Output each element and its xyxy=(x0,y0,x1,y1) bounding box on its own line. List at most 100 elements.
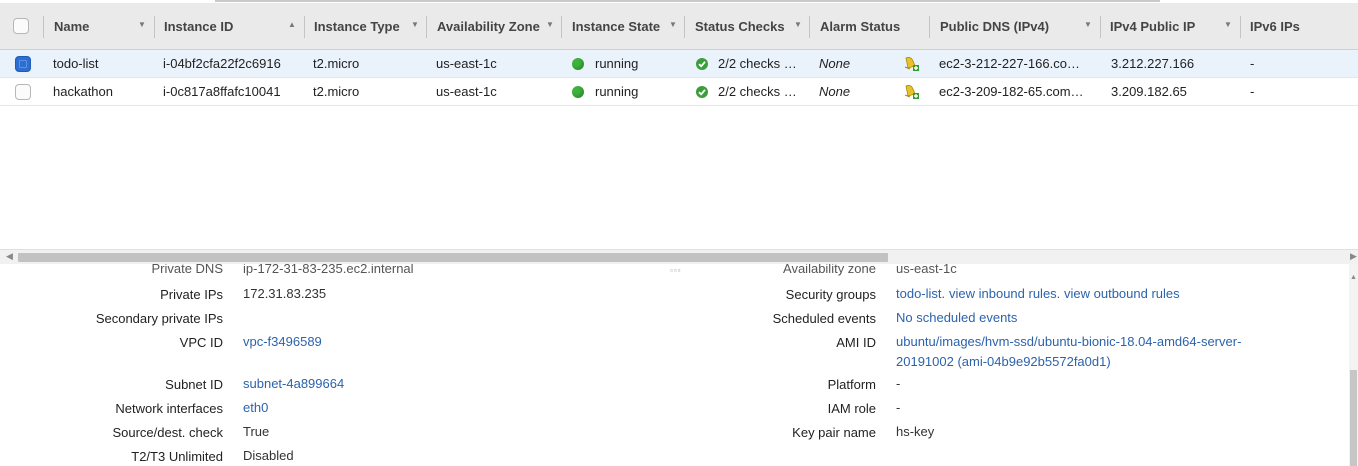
horizontal-scrollbar[interactable]: ◀ ▶ xyxy=(0,249,1358,264)
detail-value-platform: - xyxy=(896,376,901,391)
detail-value-private-ips: 172.31.83.235 xyxy=(243,286,327,301)
detail-value-key-pair-name: hs-key xyxy=(896,424,935,439)
alarm-status: None xyxy=(819,56,851,71)
horizontal-scroll-thumb[interactable] xyxy=(18,253,888,262)
view-outbound-rules-link[interactable]: view outbound rules xyxy=(1064,286,1180,301)
check-ok-icon xyxy=(696,58,708,70)
detail-label-key-pair-name: Key pair name xyxy=(792,425,876,440)
alarm-status: None xyxy=(819,84,851,99)
instance-name: todo-list xyxy=(53,56,99,71)
detail-value-availability-zone: us-east-1c xyxy=(896,264,957,276)
instance-id: i-0c817a8ffafc10041 xyxy=(163,84,281,99)
alarm-add-icon[interactable] xyxy=(903,56,919,72)
column-header-instance-id[interactable]: Instance ID xyxy=(154,3,304,49)
column-header-label: Availability Zone xyxy=(437,18,540,34)
column-header-ipv6-ips[interactable]: IPv6 IPs xyxy=(1240,3,1358,49)
column-header-label: Instance Type xyxy=(314,18,400,34)
column-header-label: Instance State xyxy=(572,18,661,34)
view-inbound-rules-link[interactable]: view inbound rules. xyxy=(949,286,1060,301)
security-group-link[interactable]: todo-list. xyxy=(896,286,945,301)
sort-down-icon[interactable]: ▼ xyxy=(1224,20,1232,29)
detail-label-network-interfaces: Network interfaces xyxy=(115,401,223,416)
top-scroll-bar xyxy=(215,0,1160,2)
public-ip-link[interactable]: 3.212.227.166 xyxy=(1111,50,1194,78)
column-header-label: Public DNS (IPv4) xyxy=(940,18,1050,34)
column-header-label: Instance ID xyxy=(164,18,234,34)
detail-label-scheduled-events: Scheduled events xyxy=(772,311,876,326)
sort-up-icon[interactable]: ▲ xyxy=(288,20,296,29)
detail-label-private-dns: Private DNS xyxy=(151,264,223,276)
status-checks[interactable]: 2/2 checks … xyxy=(718,50,797,78)
scheduled-events-link[interactable]: No scheduled events xyxy=(896,310,1017,325)
running-status-icon xyxy=(572,86,584,98)
detail-label-private-ips: Private IPs xyxy=(160,287,223,302)
detail-value-private-dns: ip-172-31-83-235.ec2.internal xyxy=(243,264,414,276)
detail-label-iam-role: IAM role xyxy=(827,401,876,416)
table-row[interactable]: hackathon i-0c817a8ffafc10041 t2.micro u… xyxy=(0,78,1358,106)
column-header-status-checks[interactable]: Status Checks xyxy=(685,3,809,49)
column-header-instance-state[interactable]: Instance State xyxy=(562,3,684,49)
instance-name: hackathon xyxy=(53,84,113,99)
public-dns: ec2-3-209-182-65.com… xyxy=(939,84,1084,99)
column-header-label: Alarm Status xyxy=(820,18,901,34)
availability-zone: us-east-1c xyxy=(436,84,497,99)
instance-type: t2.micro xyxy=(313,56,360,71)
instance-details-panel: ▫▫▫ Private DNS ip-172-31-83-235.ec2.int… xyxy=(0,264,1358,466)
column-header-label: Name xyxy=(54,18,90,34)
sort-down-icon[interactable]: ▼ xyxy=(411,20,419,29)
column-header-label: IPv6 IPs xyxy=(1250,18,1300,34)
subnet-id-link[interactable]: subnet-4a899664 xyxy=(243,376,344,391)
network-interface-link[interactable]: eth0 xyxy=(243,400,268,415)
instance-type: t2.micro xyxy=(313,84,360,99)
ami-id-link-line1[interactable]: ubuntu/images/hvm-ssd/ubuntu-bionic-18.0… xyxy=(896,334,1241,349)
detail-value-source-dest-check: True xyxy=(243,424,270,439)
column-header-label: IPv4 Public IP xyxy=(1110,18,1196,34)
public-dns: ec2-3-212-227-166.co… xyxy=(939,56,1080,71)
row-checkbox[interactable] xyxy=(15,56,31,72)
detail-label-t2t3-unlimited: T2/T3 Unlimited xyxy=(131,449,223,464)
resize-handle-icon[interactable]: ▫▫▫ xyxy=(670,266,682,275)
detail-label-subnet-id: Subnet ID xyxy=(165,377,223,392)
instance-id: i-04bf2cfa22f2c6916 xyxy=(163,56,281,71)
scroll-right-icon[interactable]: ▶ xyxy=(1350,251,1357,262)
ami-id-link-line2[interactable]: 20191002 (ami-04b9e92b5572fa0d1) xyxy=(896,354,1111,369)
column-header-label: Status Checks xyxy=(695,18,785,34)
sort-down-icon[interactable]: ▼ xyxy=(794,20,802,29)
column-header-instance-type[interactable]: Instance Type xyxy=(304,3,426,49)
detail-value-iam-role: - xyxy=(896,400,901,415)
detail-label-secondary-private-ips: Secondary private IPs xyxy=(95,311,223,326)
sort-down-icon[interactable]: ▼ xyxy=(138,20,146,29)
column-header-public-dns[interactable]: Public DNS (IPv4) xyxy=(930,3,1100,49)
ipv6-ips: - xyxy=(1250,84,1255,99)
availability-zone: us-east-1c xyxy=(436,56,497,71)
table-header: Name ▼ Instance ID ▲ Instance Type ▼ Ava… xyxy=(0,3,1358,50)
check-ok-icon xyxy=(696,86,708,98)
scroll-left-icon[interactable]: ◀ xyxy=(6,251,13,262)
detail-label-availability-zone: Availability zone xyxy=(783,264,876,276)
column-header-availability-zone[interactable]: Availability Zone xyxy=(427,3,561,49)
alarm-add-icon[interactable] xyxy=(903,84,919,100)
detail-label-vpc-id: VPC ID xyxy=(179,335,223,350)
instance-state: running xyxy=(595,56,639,71)
detail-label-source-dest-check: Source/dest. check xyxy=(112,425,223,440)
detail-label-security-groups: Security groups xyxy=(785,287,876,302)
row-checkbox[interactable] xyxy=(15,84,31,100)
detail-label-platform: Platform xyxy=(827,377,876,392)
table-row[interactable]: todo-list i-04bf2cfa22f2c6916 t2.micro u… xyxy=(0,50,1358,78)
column-header-ipv4-public-ip[interactable]: IPv4 Public IP xyxy=(1100,3,1240,49)
vertical-scrollbar[interactable]: ▲ xyxy=(1349,264,1358,466)
status-checks[interactable]: 2/2 checks … xyxy=(718,78,797,106)
sort-down-icon[interactable]: ▼ xyxy=(669,20,677,29)
select-all-checkbox[interactable] xyxy=(13,18,29,34)
detail-label-ami-id: AMI ID xyxy=(836,335,876,350)
ipv6-ips: - xyxy=(1250,56,1255,71)
sort-down-icon[interactable]: ▼ xyxy=(1084,20,1092,29)
vpc-id-link[interactable]: vpc-f3496589 xyxy=(243,334,322,349)
sort-down-icon[interactable]: ▼ xyxy=(546,20,554,29)
vertical-scroll-thumb[interactable] xyxy=(1350,370,1357,466)
public-ip-link[interactable]: 3.209.182.65 xyxy=(1111,78,1187,106)
scroll-up-icon[interactable]: ▲ xyxy=(1350,274,1357,281)
instance-state: running xyxy=(595,84,639,99)
column-header-alarm-status[interactable]: Alarm Status xyxy=(810,3,930,49)
running-status-icon xyxy=(572,58,584,70)
